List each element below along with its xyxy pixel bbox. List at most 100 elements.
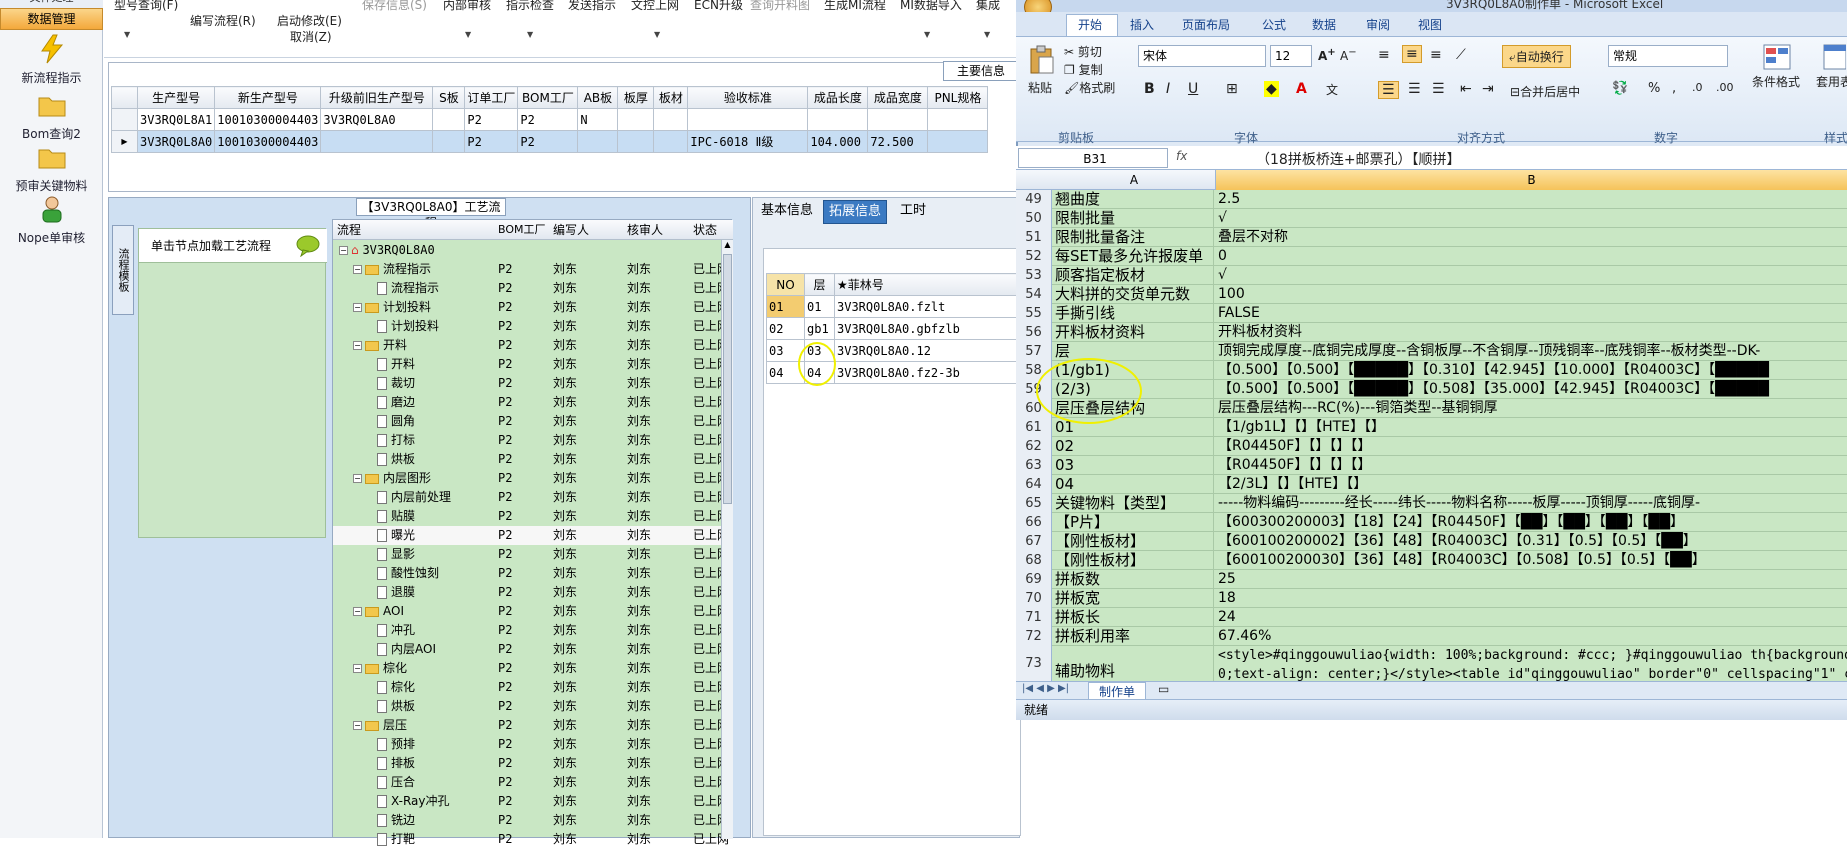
cell-b[interactable]: 【0.500】【0.500】【█████】【0.508】【35.000】【42.… [1216,380,1847,399]
column-header[interactable]: 验收标准 [687,86,809,109]
tree-node[interactable]: 铣边 P2 刘东 刘东 已上网 [333,811,733,830]
cancel-button[interactable]: 取消(Z) [290,28,332,45]
column-header[interactable]: ★菲林号 [834,273,1021,296]
send-instruction-button[interactable]: 发送指示 [568,0,616,13]
cell-b[interactable]: 25 [1216,570,1847,589]
current-row-indicator-icon[interactable]: ▶ [111,130,138,153]
row-number[interactable]: 70 [1016,589,1052,608]
template-list[interactable]: 单击节点加载工艺流程 [138,228,327,538]
tree-node[interactable]: 计划投料 P2 刘东 刘东 已上网 [333,317,733,336]
grid-cell[interactable]: 3V3RQ0L8A0.gbfzlb [834,317,1021,340]
row-number[interactable]: 66 [1016,513,1052,532]
tree-node[interactable]: 预排 P2 刘东 刘东 已上网 [333,735,733,754]
chevron-down-icon[interactable]: ▼ [465,30,471,39]
column-header-b[interactable]: B [1216,170,1847,190]
tree-node[interactable]: 排板 P2 刘东 刘东 已上网 [333,754,733,773]
grid-cell[interactable] [867,108,929,131]
collapse-icon[interactable]: − [353,607,362,616]
cell-a[interactable]: 【刚性板材】 [1053,551,1214,570]
table-row[interactable]: 02 gb1 3V3RQ0L8A0.gbfzlb [766,317,1021,340]
column-header[interactable]: 新生产型号 [214,86,322,109]
cell-b[interactable]: FALSE [1216,304,1847,323]
cut-button[interactable]: ✂ 剪切 [1064,43,1102,60]
cell-b[interactable]: √ [1216,266,1847,285]
table-format-icon[interactable] [1822,43,1846,71]
tab-formulas[interactable]: 公式 [1262,16,1286,33]
sheet-row[interactable]: 58 (1/gb1) 【0.500】【0.500】【█████】【0.310】【42… [1016,361,1847,380]
cell-b[interactable]: 【0.500】【0.500】【█████】【0.310】【42.945】【10.… [1216,361,1847,380]
grid-cell[interactable]: 3V3RQ0L8A1 [136,108,216,131]
column-header[interactable]: 板厚 [617,86,655,109]
tree-node[interactable]: 打靶 P2 刘东 刘东 已上网 [333,830,733,849]
sheet-row[interactable]: 61 01 【1/gb1L】【】【HTE】【】 [1016,418,1847,437]
tab-basic-info[interactable]: 基本信息 [757,200,817,224]
tree-node[interactable]: − 层压 P2 刘东 刘东 已上网 [333,716,733,735]
cell-a[interactable]: 03 [1053,456,1214,475]
cell-a[interactable]: 【P片】 [1053,513,1214,532]
sheet-row[interactable]: 50 限制批量 √ [1016,209,1847,228]
decrease-decimal-button[interactable]: .00 [1716,81,1734,94]
tree-node[interactable]: 冲孔 P2 刘东 刘东 已上网 [333,621,733,640]
sheet-row[interactable]: 70 拼板宽 18 [1016,589,1847,608]
tab-home[interactable]: 开始 [1078,16,1102,33]
format-as-table-button[interactable]: 套用表格格式 [1816,73,1847,90]
table-row[interactable]: 3V3RQ0L8A1 10010300004403 3V3RQ0L8A0 P2 … [111,108,989,131]
grid-cell[interactable]: N [577,108,619,131]
row-number[interactable]: 73 [1016,646,1052,682]
instruction-check-button[interactable]: 指示检查 [506,0,554,13]
font-name-select[interactable]: 宋体 [1138,45,1266,67]
new-sheet-icon[interactable]: ▭ [1158,682,1169,696]
grid-cell[interactable] [320,130,434,153]
phonetic-icon[interactable]: 文 [1326,81,1338,98]
tree-node[interactable]: 开料 P2 刘东 刘东 已上网 [333,355,733,374]
cell-a[interactable]: 拼板长 [1053,608,1214,627]
cell-b[interactable]: 开料板材资料 [1216,323,1847,342]
align-bottom-icon[interactable]: ≡ [1430,47,1442,63]
grid-cell[interactable]: 01 [804,295,835,318]
grid-cell[interactable]: 3V3RQ0L8A0 [320,108,434,131]
tab-insert[interactable]: 插入 [1130,16,1154,33]
wrap-text-button[interactable]: ⤶自动换行 [1502,45,1571,68]
copy-button[interactable]: ❐ 复制 [1064,61,1103,78]
paste-button[interactable]: 粘贴 [1028,79,1052,96]
tree-node[interactable]: 棕化 P2 刘东 刘东 已上网 [333,678,733,697]
sheet-row[interactable]: 55 手撕引线 FALSE [1016,304,1847,323]
grid-cell[interactable] [927,130,989,153]
percent-button[interactable]: % [1648,81,1660,96]
grid-cell[interactable]: 10010300004403 [214,108,322,131]
collapse-icon[interactable]: − [353,721,362,730]
row-number[interactable]: 64 [1016,475,1052,494]
cell-b[interactable]: 层压叠层结构---RC(%)---铜箔类型--基铜铜厚 [1216,399,1847,418]
internal-review-button[interactable]: 内部审核 [443,0,491,13]
column-header[interactable]: 订单工厂 [464,86,519,109]
cell-a[interactable]: 关键物料【类型】 [1053,494,1214,513]
nav-item-pre-review-materials[interactable]: 预审关键物料 [0,142,103,194]
grid-cell[interactable] [653,130,689,153]
cell-b[interactable]: 0 [1216,247,1847,266]
comma-style-button[interactable]: , [1672,81,1676,96]
query-cutting-diagram-button[interactable]: 查询开料图 [750,0,810,13]
sheet-row[interactable]: 72 拼板利用率 67.46% [1016,627,1847,646]
grid-cell[interactable] [432,108,466,131]
tab-process-template[interactable]: 流程模板 [112,225,134,315]
tree-node[interactable]: − 计划投料 P2 刘东 刘东 已上网 [333,298,733,317]
conditional-format-icon[interactable] [1762,43,1792,71]
tab-page-layout[interactable]: 页面布局 [1182,16,1230,33]
grid-cell[interactable] [432,130,466,153]
column-header[interactable]: 成品长度 [807,86,869,109]
column-header[interactable]: 流程 [337,220,361,240]
grow-font-button[interactable]: A+ [1318,47,1336,63]
insert-function-icon[interactable]: fx [1176,149,1187,163]
tree-root[interactable]: − ⌂ 3V3RQ0L8A0 [333,241,733,260]
font-color-icon[interactable]: A [1296,81,1307,97]
cell-a[interactable]: 每SET最多允许报废单 [1053,247,1214,266]
nav-item-nope-review[interactable]: Nope单审核 [0,194,103,246]
nav-group-file[interactable]: 文件处理 [0,0,103,8]
tree-node[interactable]: 显影 P2 刘东 刘东 已上网 [333,545,733,564]
column-header[interactable]: 板材 [653,86,689,109]
tree-node[interactable]: X-Ray冲孔 P2 刘东 刘东 已上网 [333,792,733,811]
column-header[interactable]: 核审人 [627,220,663,240]
grid-cell[interactable]: 3V3RQ0L8A0.12 [834,339,1021,362]
grid-cell[interactable]: 104.000 [807,130,869,153]
cell-b[interactable]: 2.5 [1216,190,1847,209]
